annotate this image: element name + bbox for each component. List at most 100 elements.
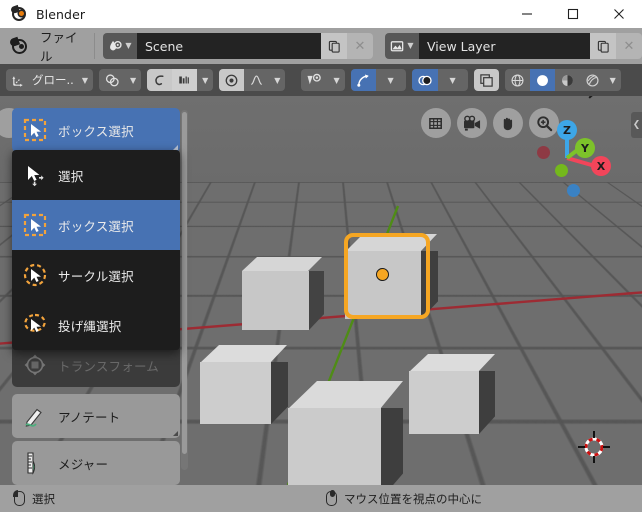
statusbar-middle-text: マウス位置を視点の中心に [344, 491, 482, 506]
pivot-center-icon[interactable] [219, 69, 245, 91]
box-select-icon [12, 117, 58, 143]
transform-orientation-group: グロー.. ▼ [6, 69, 93, 91]
popup-item-lasso-select[interactable]: 投げ縄選択 [12, 300, 180, 350]
chevron-down-icon[interactable]: ▼ [197, 76, 213, 85]
camera-perspective-icon[interactable] [421, 108, 451, 138]
toolbar-scrollbar[interactable] [181, 110, 188, 470]
overlays-circles-icon[interactable] [411, 69, 438, 91]
chevron-down-icon[interactable]: ▼ [269, 76, 285, 85]
transform-orientation-label[interactable]: グロー.. [31, 72, 77, 88]
wireframe-globe-icon[interactable] [505, 69, 530, 91]
statusbar-left-text: 選択 [32, 491, 55, 506]
shading-mode-group: ▼ [504, 69, 621, 91]
toolbar-item-active-tool[interactable]: ボックス選択 [12, 108, 180, 152]
circle-select-icon [12, 262, 58, 288]
window-title: Blender [36, 6, 86, 22]
toolbar-item-label: トランスフォーム [58, 358, 159, 374]
orientation-axes-icon[interactable] [6, 69, 31, 91]
gizmo-axis-z[interactable]: Z [557, 120, 577, 140]
view-layer-field-group: ▼ View Layer ✕ [385, 33, 642, 59]
xray-toggle-icon[interactable] [473, 69, 499, 91]
window-controls [504, 0, 642, 28]
pivot-point-group: ▼ [219, 69, 286, 91]
blender-logo-icon[interactable] [8, 36, 30, 56]
duplicate-icon[interactable] [590, 33, 616, 59]
chevron-down-icon[interactable]: ▼ [376, 69, 406, 91]
navigation-gizmo[interactable]: Z Y X [529, 118, 611, 198]
popup-item-label: サークル選択 [58, 268, 134, 284]
gizmo-axis-neg-y[interactable] [555, 164, 568, 177]
popup-item-box-select[interactable]: ボックス選択 [12, 200, 180, 250]
gizmo-arrow-icon[interactable] [350, 69, 376, 91]
menu-file[interactable]: ファイル [40, 27, 80, 65]
visibility-group: ▼ [301, 69, 345, 91]
snap-magnet-icon[interactable] [99, 69, 125, 91]
box-select-icon [12, 212, 58, 238]
window-titlebar: Blender [0, 0, 642, 28]
proportional-edit-icon[interactable] [147, 69, 173, 91]
gizmo-group: ▼ [350, 69, 406, 91]
maximize-icon[interactable] [550, 0, 596, 28]
measure-ruler-icon [12, 450, 58, 476]
close-icon[interactable] [596, 0, 642, 28]
falloff-bars-icon[interactable] [172, 69, 198, 91]
toolbar-item-annotate[interactable]: アノテート [12, 394, 180, 438]
mouse-left-icon [13, 490, 25, 506]
chevron-down-icon[interactable]: ▼ [438, 69, 468, 91]
chevron-down-icon: ▼ [125, 41, 132, 50]
object-origin-dot [376, 268, 389, 281]
toolbar-item-label: アノテート [58, 409, 121, 425]
viewport-header: グロー.. ▼ ▼ ▼ ▼ ▼ ▼ ▼ ▼ [0, 64, 642, 96]
tool-expand-corner[interactable] [173, 431, 178, 436]
toolbar-item-label: メジャー [58, 456, 109, 472]
blender-topbar: ファイル ▼ Scene ✕ ▼ View Layer ✕ [0, 28, 642, 64]
chevron-left-icon[interactable]: ❮ [631, 112, 642, 138]
popup-item-label: 投げ縄選択 [58, 318, 122, 334]
statusbar-left-hint: 選択 [13, 490, 55, 507]
lasso-select-icon [12, 312, 58, 338]
gizmo-axis-x[interactable]: X [591, 156, 611, 176]
x-icon[interactable]: ✕ [616, 33, 642, 59]
chevron-down-icon[interactable]: ▼ [328, 76, 344, 85]
x-icon[interactable]: ✕ [347, 33, 373, 59]
tweak-select-icon [12, 162, 58, 188]
overlays-group: ▼ [411, 69, 468, 91]
solid-sphere-icon[interactable] [529, 69, 555, 91]
scene-icon[interactable]: ▼ [103, 33, 137, 59]
transform-icon [12, 353, 58, 377]
gizmo-axis-y[interactable]: Y [575, 138, 595, 158]
annotate-pencil-icon [12, 403, 58, 429]
popup-item-label: 選択 [58, 168, 84, 184]
chevron-down-icon[interactable]: ▼ [77, 76, 93, 85]
snap-group: ▼ [98, 69, 142, 91]
toolbar-item-measure[interactable]: メジャー [12, 441, 180, 485]
scene-field-group: ▼ Scene ✕ [103, 33, 373, 59]
eye-visibility-icon[interactable] [301, 69, 328, 91]
gizmo-axis-neg-x[interactable] [537, 146, 550, 159]
statusbar: 選択 マウス位置を視点の中心に [0, 485, 642, 512]
minimize-icon[interactable] [504, 0, 550, 28]
blender-logo-icon [10, 4, 27, 22]
material-preview-icon[interactable] [555, 69, 580, 91]
popup-item-tweak-select[interactable]: 選択 [12, 150, 180, 200]
toolbar-item-label: ボックス選択 [58, 123, 134, 139]
falloff-curve-icon[interactable] [244, 69, 269, 91]
xray-group [473, 69, 499, 91]
chevron-down-icon[interactable]: ▼ [125, 76, 141, 85]
duplicate-icon[interactable] [321, 33, 347, 59]
tool-select-popup-menu: 選択 ボックス選択 サークル選択 投げ縄選択 [12, 150, 180, 350]
blender-application-window: Blender ファイル ▼ Scene ✕ ▼ View Layer ✕ グロ… [0, 0, 642, 512]
chevron-down-icon[interactable]: ▼ [605, 76, 621, 85]
rendered-sphere-icon[interactable] [580, 69, 605, 91]
popup-item-label: ボックス選択 [58, 218, 134, 234]
cursor-3d-icon [577, 430, 611, 464]
scene-name-value[interactable]: Scene [137, 33, 321, 59]
view-layer-name-value[interactable]: View Layer [419, 33, 590, 59]
gizmo-axis-neg-z[interactable] [567, 184, 580, 197]
topbar-divider [94, 33, 95, 59]
view-layer-icon[interactable]: ▼ [385, 33, 419, 59]
hand-pan-icon[interactable] [493, 108, 523, 138]
popup-item-circle-select[interactable]: サークル選択 [12, 250, 180, 300]
camera-icon[interactable] [457, 108, 487, 138]
proportional-edit-group: ▼ [147, 69, 214, 91]
